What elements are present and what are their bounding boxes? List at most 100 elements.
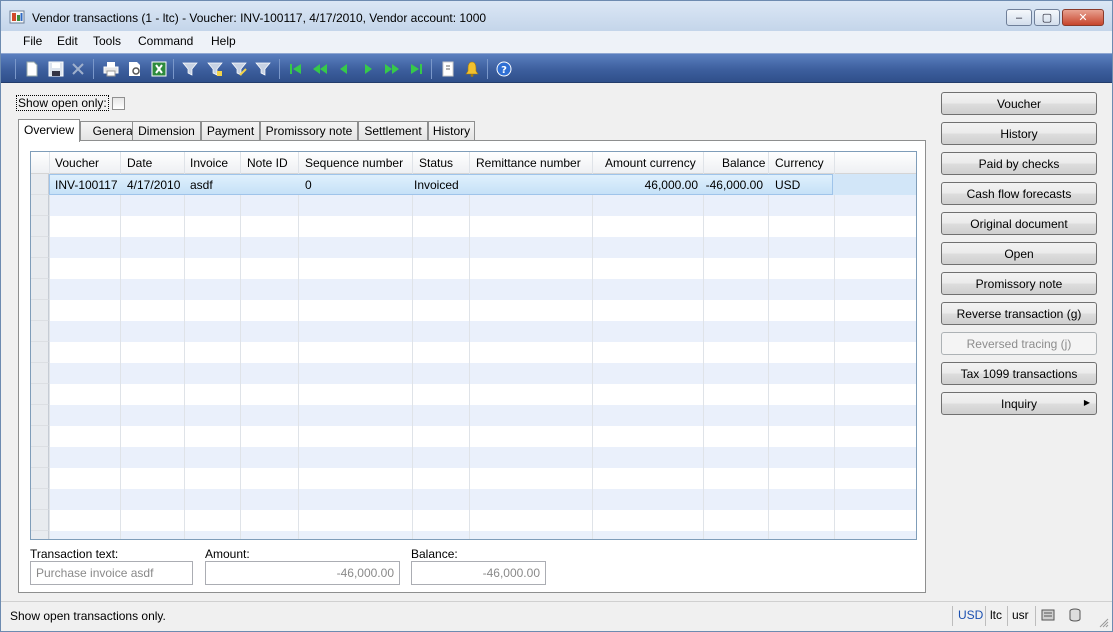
attachments-icon[interactable]	[439, 60, 457, 78]
balance-label: Balance:	[411, 547, 458, 561]
paid-by-checks-button[interactable]: Paid by checks	[941, 152, 1097, 175]
voucher-button[interactable]: Voucher	[941, 92, 1097, 115]
close-button[interactable]: ✕	[1062, 9, 1104, 26]
tab-overview[interactable]: Overview	[18, 119, 80, 142]
col-amount-currency[interactable]: Amount currency	[605, 156, 696, 170]
empty-row	[49, 468, 916, 489]
delete-icon[interactable]	[69, 60, 87, 78]
cell-currency: USD	[775, 178, 801, 192]
amount-label: Amount:	[205, 547, 250, 561]
row-selector[interactable]	[31, 195, 49, 216]
new-icon[interactable]	[23, 60, 41, 78]
amount-field[interactable]: -46,000.00	[205, 561, 400, 585]
title-bar: Vendor transactions (1 - ltc) - Voucher:…	[1, 1, 1112, 31]
row-selector[interactable]	[31, 447, 49, 468]
empty-row	[49, 237, 916, 258]
col-sequence-number[interactable]: Sequence number	[305, 156, 403, 170]
tab-settlement[interactable]: Settlement	[358, 121, 428, 141]
remove-filter-icon[interactable]	[254, 60, 272, 78]
menu-file[interactable]: File	[23, 34, 42, 48]
transaction-text-field[interactable]: Purchase invoice asdf	[30, 561, 193, 585]
previous-page-icon[interactable]	[311, 60, 329, 78]
close-icon: ✕	[1078, 12, 1088, 24]
row-selector[interactable]	[31, 342, 49, 363]
row-selector[interactable]	[31, 237, 49, 258]
row-selector[interactable]	[31, 258, 49, 279]
empty-row	[49, 363, 916, 384]
help-icon[interactable]: ?	[495, 60, 513, 78]
row-selector[interactable]	[31, 321, 49, 342]
empty-row	[49, 447, 916, 468]
last-record-icon[interactable]	[407, 60, 425, 78]
cash-flow-forecasts-button[interactable]: Cash flow forecasts	[941, 182, 1097, 205]
server-icon[interactable]	[1068, 608, 1082, 625]
menu-tools[interactable]: Tools	[93, 34, 121, 48]
print-icon[interactable]	[102, 60, 120, 78]
col-note-id[interactable]: Note ID	[247, 156, 288, 170]
tab-history[interactable]: History	[428, 121, 475, 141]
tab-promissory-note[interactable]: Promissory note	[260, 121, 358, 141]
open-button[interactable]: Open	[941, 242, 1097, 265]
history-button[interactable]: History	[941, 122, 1097, 145]
col-status[interactable]: Status	[419, 156, 453, 170]
original-document-button[interactable]: Original document	[941, 212, 1097, 235]
show-open-only-checkbox[interactable]	[111, 96, 125, 110]
row-selector[interactable]	[31, 216, 49, 237]
filter-advanced-icon[interactable]	[230, 60, 248, 78]
empty-row	[49, 195, 916, 216]
col-currency[interactable]: Currency	[775, 156, 824, 170]
minimize-button[interactable]: –	[1006, 9, 1032, 26]
row-selector[interactable]	[31, 510, 49, 531]
resize-grip-icon[interactable]	[1099, 618, 1109, 628]
inquiry-button[interactable]: Inquiry ▶	[941, 392, 1097, 415]
previous-record-icon[interactable]	[335, 60, 353, 78]
menu-help[interactable]: Help	[211, 34, 236, 48]
dynamics-ax-icon	[9, 10, 25, 24]
row-selector[interactable]	[31, 489, 49, 510]
reverse-transaction-button[interactable]: Reverse transaction (g)	[941, 302, 1097, 325]
print-preview-icon[interactable]	[126, 60, 144, 78]
row-selector[interactable]	[31, 531, 49, 539]
empty-row	[49, 384, 916, 405]
menu-edit[interactable]: Edit	[57, 34, 78, 48]
status-layer[interactable]: usr	[1012, 608, 1029, 622]
tax-1099-transactions-button[interactable]: Tax 1099 transactions	[941, 362, 1097, 385]
balance-field[interactable]: -46,000.00	[411, 561, 546, 585]
export-excel-icon[interactable]	[150, 60, 168, 78]
tab-dimension[interactable]: Dimension	[132, 121, 201, 141]
filter-by-selection-icon[interactable]	[206, 60, 224, 78]
minimize-icon: –	[1015, 11, 1023, 24]
col-balance[interactable]: Balance	[722, 156, 765, 170]
maximize-button[interactable]: ▢	[1034, 9, 1060, 26]
row-selector[interactable]	[31, 174, 49, 195]
row-selector[interactable]	[31, 300, 49, 321]
alert-icon[interactable]	[463, 60, 481, 78]
row-selector[interactable]	[31, 468, 49, 489]
row-selector[interactable]	[31, 405, 49, 426]
row-selector[interactable]	[31, 279, 49, 300]
status-currency[interactable]: USD	[958, 608, 983, 622]
cell-status: Invoiced	[414, 178, 459, 192]
col-invoice[interactable]: Invoice	[190, 156, 228, 170]
col-date[interactable]: Date	[127, 156, 152, 170]
col-voucher[interactable]: Voucher	[55, 156, 99, 170]
next-page-icon[interactable]	[383, 60, 401, 78]
database-icon[interactable]	[1041, 608, 1055, 625]
menu-command[interactable]: Command	[138, 34, 193, 48]
next-record-icon[interactable]	[359, 60, 377, 78]
row-selector[interactable]	[31, 384, 49, 405]
status-company[interactable]: ltc	[990, 608, 1002, 622]
table-row[interactable]: INV-100117 4/17/2010 asdf 0 Invoiced 46,…	[49, 174, 916, 195]
empty-row	[49, 342, 916, 363]
tab-payment[interactable]: Payment	[201, 121, 260, 141]
first-record-icon[interactable]	[287, 60, 305, 78]
row-selector[interactable]	[31, 426, 49, 447]
row-selector[interactable]	[31, 363, 49, 384]
col-remittance-number[interactable]: Remittance number	[476, 156, 581, 170]
promissory-note-button[interactable]: Promissory note	[941, 272, 1097, 295]
filter-by-field-icon[interactable]	[181, 60, 199, 78]
inquiry-label: Inquiry	[1000, 397, 1038, 411]
empty-row	[49, 216, 916, 237]
save-icon[interactable]	[47, 60, 65, 78]
cell-amount-currency: 46,000.00	[644, 178, 698, 192]
